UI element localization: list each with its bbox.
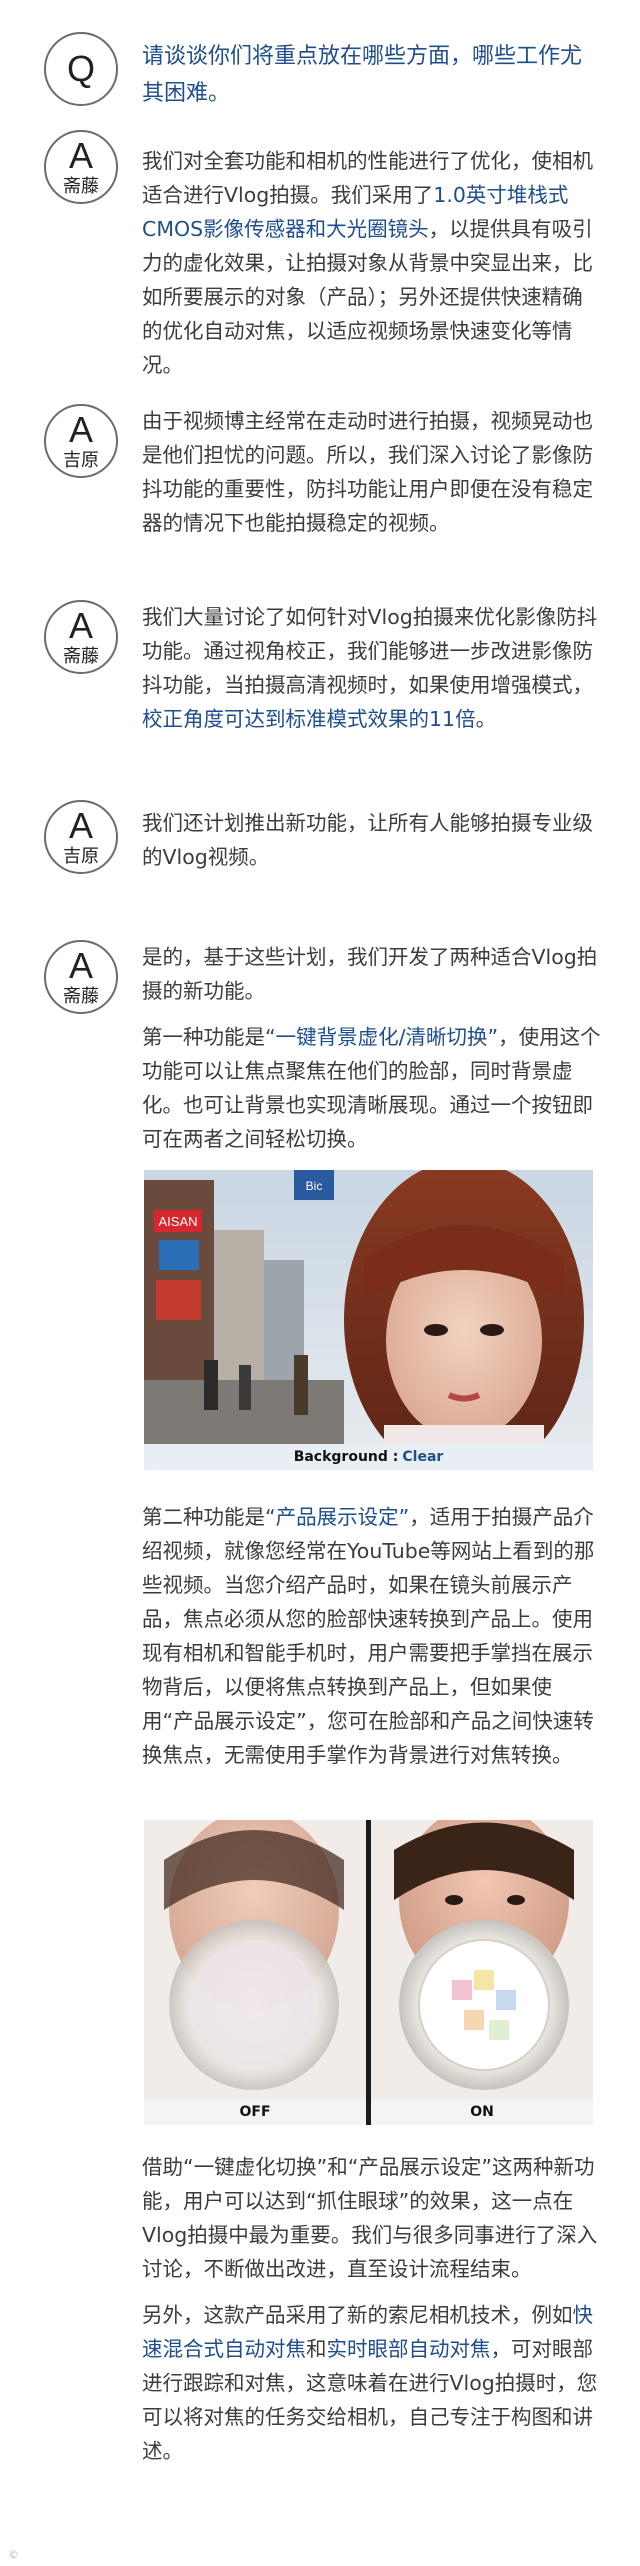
paragraph: 借助“一键虚化切换”和“产品展示设定”这两种新功能，用户可以达到“抓住眼球”的效… bbox=[142, 2155, 598, 2281]
speaker-name: 吉原 bbox=[63, 450, 99, 471]
highlight-text: “产品展示设定” bbox=[265, 1505, 410, 1529]
off-label: OFF bbox=[239, 2104, 271, 2120]
sign-text: Bic bbox=[306, 1179, 323, 1193]
highlight-text: 校正角度可达到标准模式效果的11倍 bbox=[142, 707, 476, 731]
answer-letter: A bbox=[68, 945, 93, 986]
speaker-name: 斋藤 bbox=[63, 176, 99, 197]
highlight-text: 实时眼部自动对焦 bbox=[326, 2337, 491, 2361]
answer-text: 由于视频博主经常在走动时进行拍摄，视频晃动也是他们担忧的问题。所以，我们深入讨论… bbox=[142, 409, 593, 535]
answer-letter: A bbox=[68, 409, 93, 450]
paragraph: 第一种功能是“一键背景虚化/清晰切换”，使用这个功能可以让焦点聚焦在他们的脸部，… bbox=[142, 1020, 602, 1156]
answer-text: 我们大量讨论了如何针对Vlog拍摄来优化影像防抖功能。通过视角校正，我们能够进一… bbox=[142, 600, 602, 736]
answer-text-part: ，以提供具有吸引力的虚化效果，让拍摄对象从背景中突显出来，比如所要展示的对象（产… bbox=[142, 217, 593, 377]
sign-text: AISAN bbox=[158, 1214, 197, 1229]
answer-text-part: 另外，这款产品采用了新的索尼相机技术，例如 bbox=[142, 2303, 573, 2327]
answer-text: 是的，基于这些计划，我们开发了两种适合Vlog拍摄的新功能。 第一种功能是“一键… bbox=[142, 940, 602, 1168]
highlight-text: “一键背景虚化/清晰切换” bbox=[265, 1025, 499, 1049]
question-text: 请谈谈你们将重点放在哪些方面，哪些工作尤其困难。 bbox=[142, 44, 583, 106]
background-clear-photo: AISAN Bic Background : Clear bbox=[144, 1170, 593, 1470]
answer-badge: A 斋藤 bbox=[44, 600, 118, 674]
photo-caption: Background : Clear bbox=[144, 1444, 593, 1470]
answer-text-part: 和 bbox=[306, 2337, 327, 2361]
answer-badge: A 吉原 bbox=[44, 404, 118, 478]
answer-text-part: 我们大量讨论了如何针对Vlog拍摄来优化影像防抖功能。通过视角校正，我们能够进一… bbox=[142, 605, 598, 697]
question-letter: Q bbox=[66, 48, 95, 89]
speaker-name: 斋藤 bbox=[63, 646, 99, 667]
product-showcase-photo: OFF ON bbox=[144, 1820, 593, 2125]
answer-text-continued-2: 借助“一键虚化切换”和“产品展示设定”这两种新功能，用户可以达到“抓住眼球”的效… bbox=[142, 2150, 602, 2480]
product-showcase-image bbox=[144, 1820, 593, 2125]
caption-value: Clear bbox=[402, 1449, 444, 1465]
answer-text-part: 第一种功能是 bbox=[142, 1025, 265, 1049]
answer-letter: A bbox=[68, 805, 93, 846]
on-label: ON bbox=[470, 2104, 494, 2120]
answer-text-continued: 第二种功能是“产品展示设定”，适用于拍摄产品介绍视频，就像您经常在YouTube… bbox=[142, 1500, 602, 1784]
answer-badge: A 吉原 bbox=[44, 800, 118, 874]
street-scene-image: AISAN Bic bbox=[144, 1170, 593, 1470]
answer-text-part: 。 bbox=[475, 707, 497, 731]
speaker-name: 吉原 bbox=[63, 846, 99, 867]
watermark: © bbox=[8, 2548, 19, 2561]
caption-label: Background : bbox=[293, 1449, 399, 1465]
question-badge: Q bbox=[44, 32, 118, 106]
answer-text-part: ，适用于拍摄产品介绍视频，就像您经常在YouTube等网站上看到的那些视频。当您… bbox=[142, 1505, 595, 1767]
answer-text: 我们还计划推出新功能，让所有人能够拍摄专业级的Vlog视频。 bbox=[142, 811, 593, 869]
paragraph: 另外，这款产品采用了新的索尼相机技术，例如快速混合式自动对焦和实时眼部自动对焦，… bbox=[142, 2298, 602, 2468]
paragraph: 第二种功能是“产品展示设定”，适用于拍摄产品介绍视频，就像您经常在YouTube… bbox=[142, 1500, 602, 1772]
answer-letter: A bbox=[68, 135, 93, 176]
answer-text-part: 第二种功能是 bbox=[142, 1505, 265, 1529]
speaker-name: 斋藤 bbox=[63, 986, 99, 1007]
answer-letter: A bbox=[68, 605, 93, 646]
answer-badge: A 斋藤 bbox=[44, 940, 118, 1014]
answer-text: 我们对全套功能和相机的性能进行了优化，使相机适合进行Vlog拍摄。我们采用了1.… bbox=[142, 144, 602, 382]
paragraph: 是的，基于这些计划，我们开发了两种适合Vlog拍摄的新功能。 bbox=[142, 945, 598, 1003]
answer-badge: A 斋藤 bbox=[44, 130, 118, 204]
